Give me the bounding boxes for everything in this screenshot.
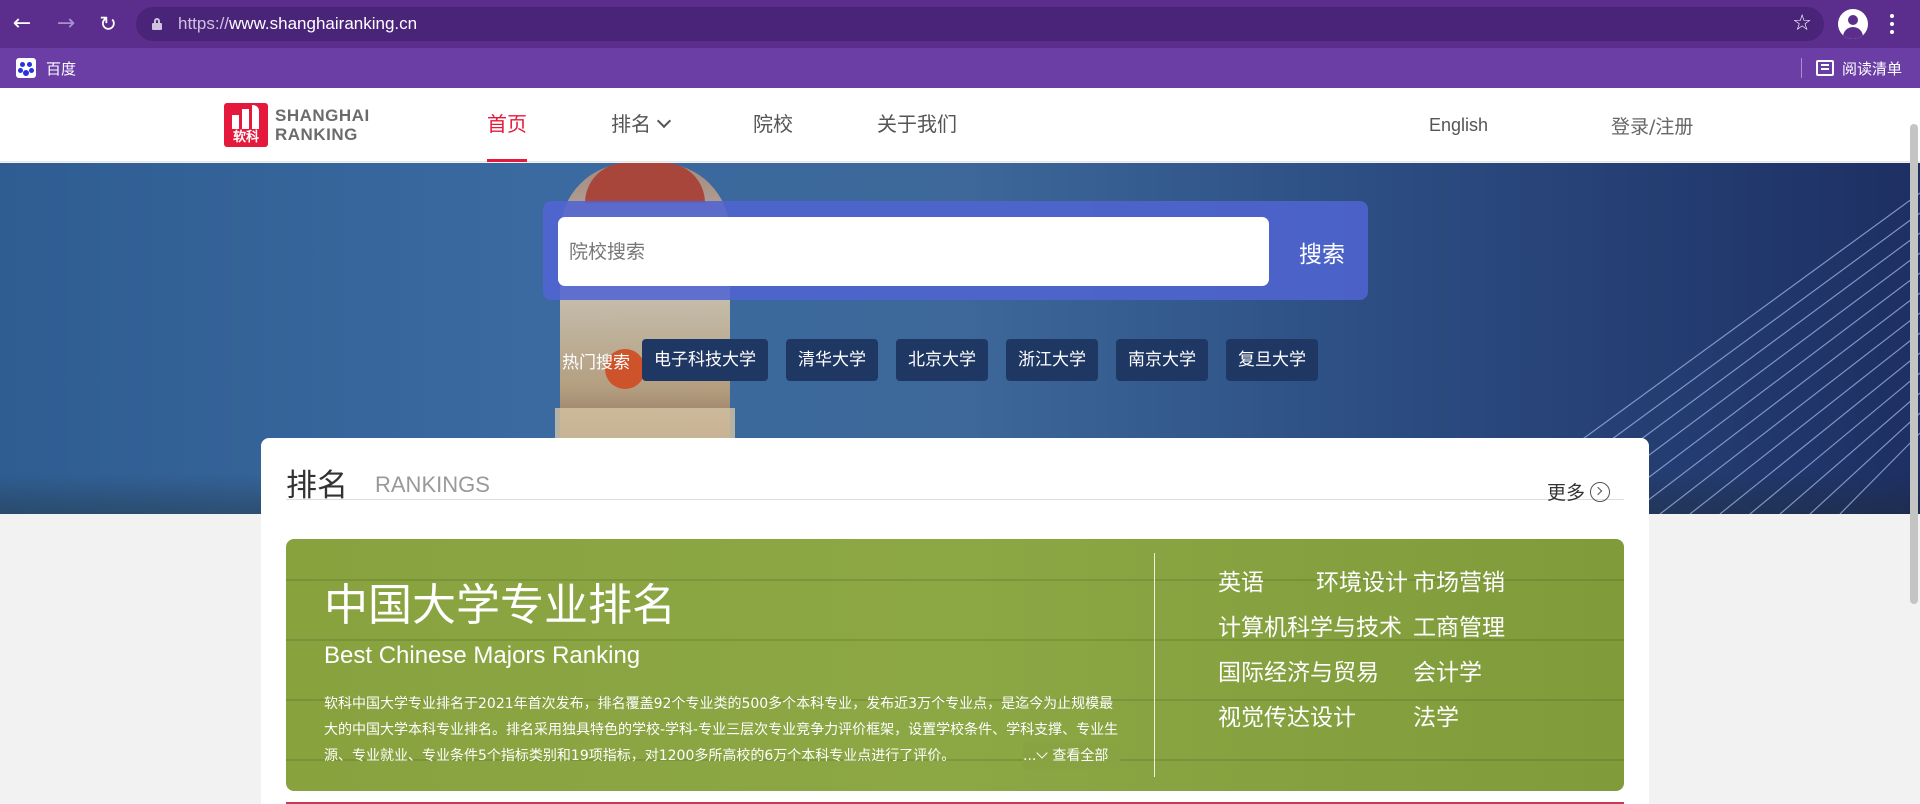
rankings-header: 排名 RANKINGS 更多 (286, 466, 1624, 504)
hot-tag[interactable]: 南京大学 (1116, 339, 1208, 381)
major-link[interactable]: 会计学 (1413, 653, 1482, 687)
reload-icon[interactable]: ↻ (94, 10, 122, 38)
login-register-link[interactable]: 登录/注册 (1611, 90, 1693, 164)
major-link[interactable]: 市场营销 (1413, 563, 1505, 597)
main-nav: 首页 排名 院校 关于我们 (487, 88, 1041, 162)
chevron-down-icon (1036, 747, 1049, 759)
section-title: 排名 (286, 468, 348, 504)
major-link[interactable]: 计算机科学与技术 (1218, 608, 1402, 642)
search-button[interactable]: 搜索 (1282, 217, 1362, 286)
search-panel: 搜索 (543, 201, 1368, 300)
university-search-input[interactable] (558, 217, 1269, 286)
divider (1800, 58, 1802, 78)
shanghairanking-logo[interactable]: 软科 SHANGHAI RANKING (224, 103, 370, 147)
majors-ranking-feature[interactable]: 中国大学专业排名 Best Chinese Majors Ranking 软科中… (286, 539, 1624, 791)
bookmark-label: 百度 (46, 59, 77, 78)
page-scrollbar[interactable] (1910, 124, 1918, 604)
chevron-down-icon (656, 113, 672, 129)
more-link[interactable]: 更多 (1547, 478, 1610, 505)
major-link[interactable]: 视觉传达设计 (1218, 698, 1356, 732)
nav-institutions[interactable]: 院校 (753, 88, 793, 162)
view-all-link[interactable]: ... 查看全部 (1023, 743, 1120, 769)
bookmarks-bar: 百度 阅读清单 (0, 48, 1920, 88)
browser-toolbar: ← → ↻ https://www.shanghairanking.cn ☆ (0, 0, 1920, 48)
divider (1154, 553, 1155, 777)
site-header: 软科 SHANGHAI RANKING 首页 排名 院校 关于我们 Englis… (0, 88, 1920, 162)
major-link[interactable]: 英语 (1218, 563, 1264, 597)
popular-majors: 英语 环境设计 市场营销 计算机科学与技术 工商管理 国际经济与贸易 会计学 视… (1218, 563, 1598, 791)
hot-tag[interactable]: 复旦大学 (1226, 339, 1318, 381)
back-arrow-icon[interactable]: ← (8, 10, 36, 38)
nav-rankings-label: 排名 (611, 112, 651, 136)
chevron-right-circle-icon (1590, 481, 1610, 502)
profile-avatar-icon[interactable] (1838, 9, 1868, 39)
hero-tower-dome (585, 163, 705, 203)
hot-tag[interactable]: 北京大学 (896, 339, 988, 381)
logo-text: SHANGHAI RANKING (275, 106, 370, 144)
hot-search-label: 热门搜索 (562, 352, 630, 373)
reading-list-icon (1815, 60, 1834, 76)
bookmark-star-icon[interactable]: ☆ (1792, 11, 1812, 37)
major-link[interactable]: 国际经济与贸易 (1218, 653, 1379, 687)
section-subtitle: RANKINGS (375, 472, 490, 497)
logo-mark: 软科 (224, 103, 268, 147)
rankings-section: 排名 RANKINGS 更多 中国大学专业排名 Best Chinese Maj… (261, 438, 1649, 804)
feature-title[interactable]: 中国大学专业排名 (324, 569, 676, 633)
kebab-menu-icon[interactable] (1882, 10, 1902, 38)
hot-search-bar: 热门搜索 电子科技大学 清华大学 北京大学 浙江大学 南京大学 复旦大学 (562, 339, 1336, 381)
feature-description: 软科中国大学专业排名于2021年首次发布，排名覆盖92个专业类的500多个本科专… (324, 696, 1119, 764)
baidu-paw-icon (16, 58, 36, 78)
language-switch-link[interactable]: English (1429, 88, 1488, 162)
reading-list-label: 阅读清单 (1841, 59, 1902, 78)
nav-rankings[interactable]: 排名 (611, 88, 672, 162)
url-text[interactable]: https://www.shanghairanking.cn (178, 7, 417, 41)
bookmark-baidu[interactable]: 百度 (16, 56, 76, 80)
major-link[interactable]: 工商管理 (1413, 608, 1505, 642)
lock-icon[interactable] (152, 18, 162, 30)
hot-tag[interactable]: 电子科技大学 (642, 339, 768, 381)
view-all-label: 查看全部 (1052, 748, 1109, 764)
hot-tag[interactable]: 浙江大学 (1006, 339, 1098, 381)
more-label: 更多 (1546, 482, 1585, 504)
feature-title-en: Best Chinese Majors Ranking (324, 642, 641, 669)
reading-list-button[interactable]: 阅读清单 (1800, 56, 1902, 80)
address-bar[interactable]: https://www.shanghairanking.cn ☆ (136, 7, 1824, 41)
major-link[interactable]: 环境设计 (1316, 563, 1408, 597)
hot-tag[interactable]: 清华大学 (786, 339, 878, 381)
major-link[interactable]: 法学 (1413, 698, 1459, 732)
forward-arrow-icon[interactable]: → (52, 10, 80, 38)
nav-home[interactable]: 首页 (487, 88, 527, 162)
nav-about[interactable]: 关于我们 (877, 88, 957, 162)
